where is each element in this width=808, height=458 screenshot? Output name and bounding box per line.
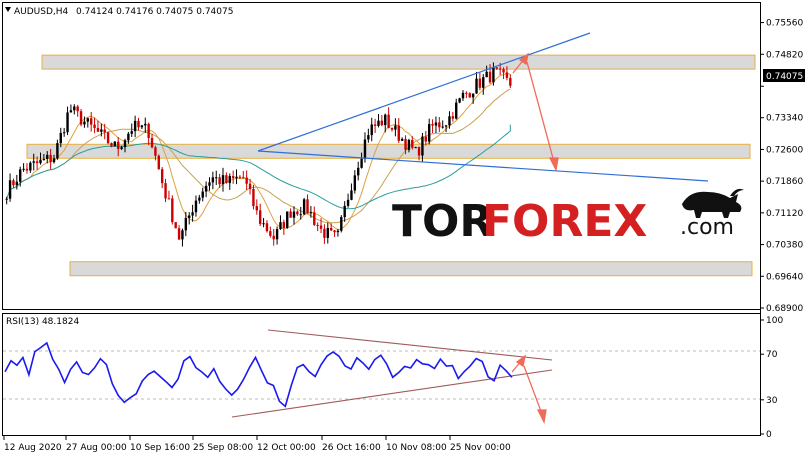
current-price-tag: 0.74075: [763, 69, 805, 82]
time-tick-label: 12 Aug 2020: [4, 443, 62, 453]
time-tick-label: 25 Sep 08:00: [193, 443, 253, 453]
rsi-tick-label: 30: [766, 396, 778, 406]
watermark-logo: TOR FOREX .com: [392, 188, 744, 247]
zone-3: [69, 261, 753, 277]
zone-1: [41, 54, 756, 70]
price-tick-label: 0.73340: [766, 114, 803, 124]
symbol-label: AUDUSD,H4: [14, 7, 69, 17]
zone-2: [26, 143, 751, 159]
candle: [171, 195, 174, 225]
candle: [302, 197, 306, 216]
candle: [113, 141, 117, 147]
price-tick-label: 0.68900: [766, 304, 803, 314]
candle: [340, 215, 343, 233]
time-tick-label: 26 Oct 16:00: [322, 443, 381, 453]
price-tick-label: 0.71120: [766, 209, 803, 219]
time-tick-label: 25 Nov 00:00: [450, 443, 511, 453]
candle: [79, 108, 83, 127]
time-tick-label: 10 Sep 16:00: [130, 443, 190, 453]
time-tick-label: 12 Oct 00:00: [257, 443, 316, 453]
price-tick-label: 0.75560: [766, 19, 803, 29]
watermark-brand-b: FOREX: [482, 196, 647, 247]
price-tick-label: 0.72600: [766, 145, 803, 155]
time-tick-label: 27 Aug 00:00: [66, 443, 127, 453]
ohlc-label: 0.74124 0.74176 0.74075 0.74075: [76, 7, 233, 17]
price-tick-label: 0.74820: [766, 50, 803, 60]
candle: [458, 97, 461, 104]
time-tick-label: 10 Nov 08:00: [386, 443, 447, 453]
price-tick-label: 0.70380: [766, 241, 803, 251]
rsi-tick-label: 0: [766, 430, 772, 440]
watermark-brand-a: TOR: [392, 196, 493, 247]
watermark-suffix: .com: [680, 215, 734, 240]
candle: [157, 154, 160, 170]
chart-header: AUDUSD,H4 0.74124 0.74176 0.74075 0.7407…: [5, 7, 233, 17]
price-tick-label: 0.69640: [766, 272, 803, 282]
rsi-tick-label: 100: [766, 316, 783, 326]
price-tick-label: 0.71860: [766, 177, 803, 187]
current-price-value: 0.74075: [766, 72, 803, 82]
rsi-title: RSI(13) 48.1824: [6, 317, 79, 327]
candle: [286, 211, 289, 229]
candle: [106, 132, 110, 145]
rsi-tick-label: 70: [766, 350, 778, 360]
candle: [174, 222, 177, 229]
price-chart: TOR FOREX .com AUDUSD,H4 0.74124 0.74176…: [0, 0, 808, 458]
